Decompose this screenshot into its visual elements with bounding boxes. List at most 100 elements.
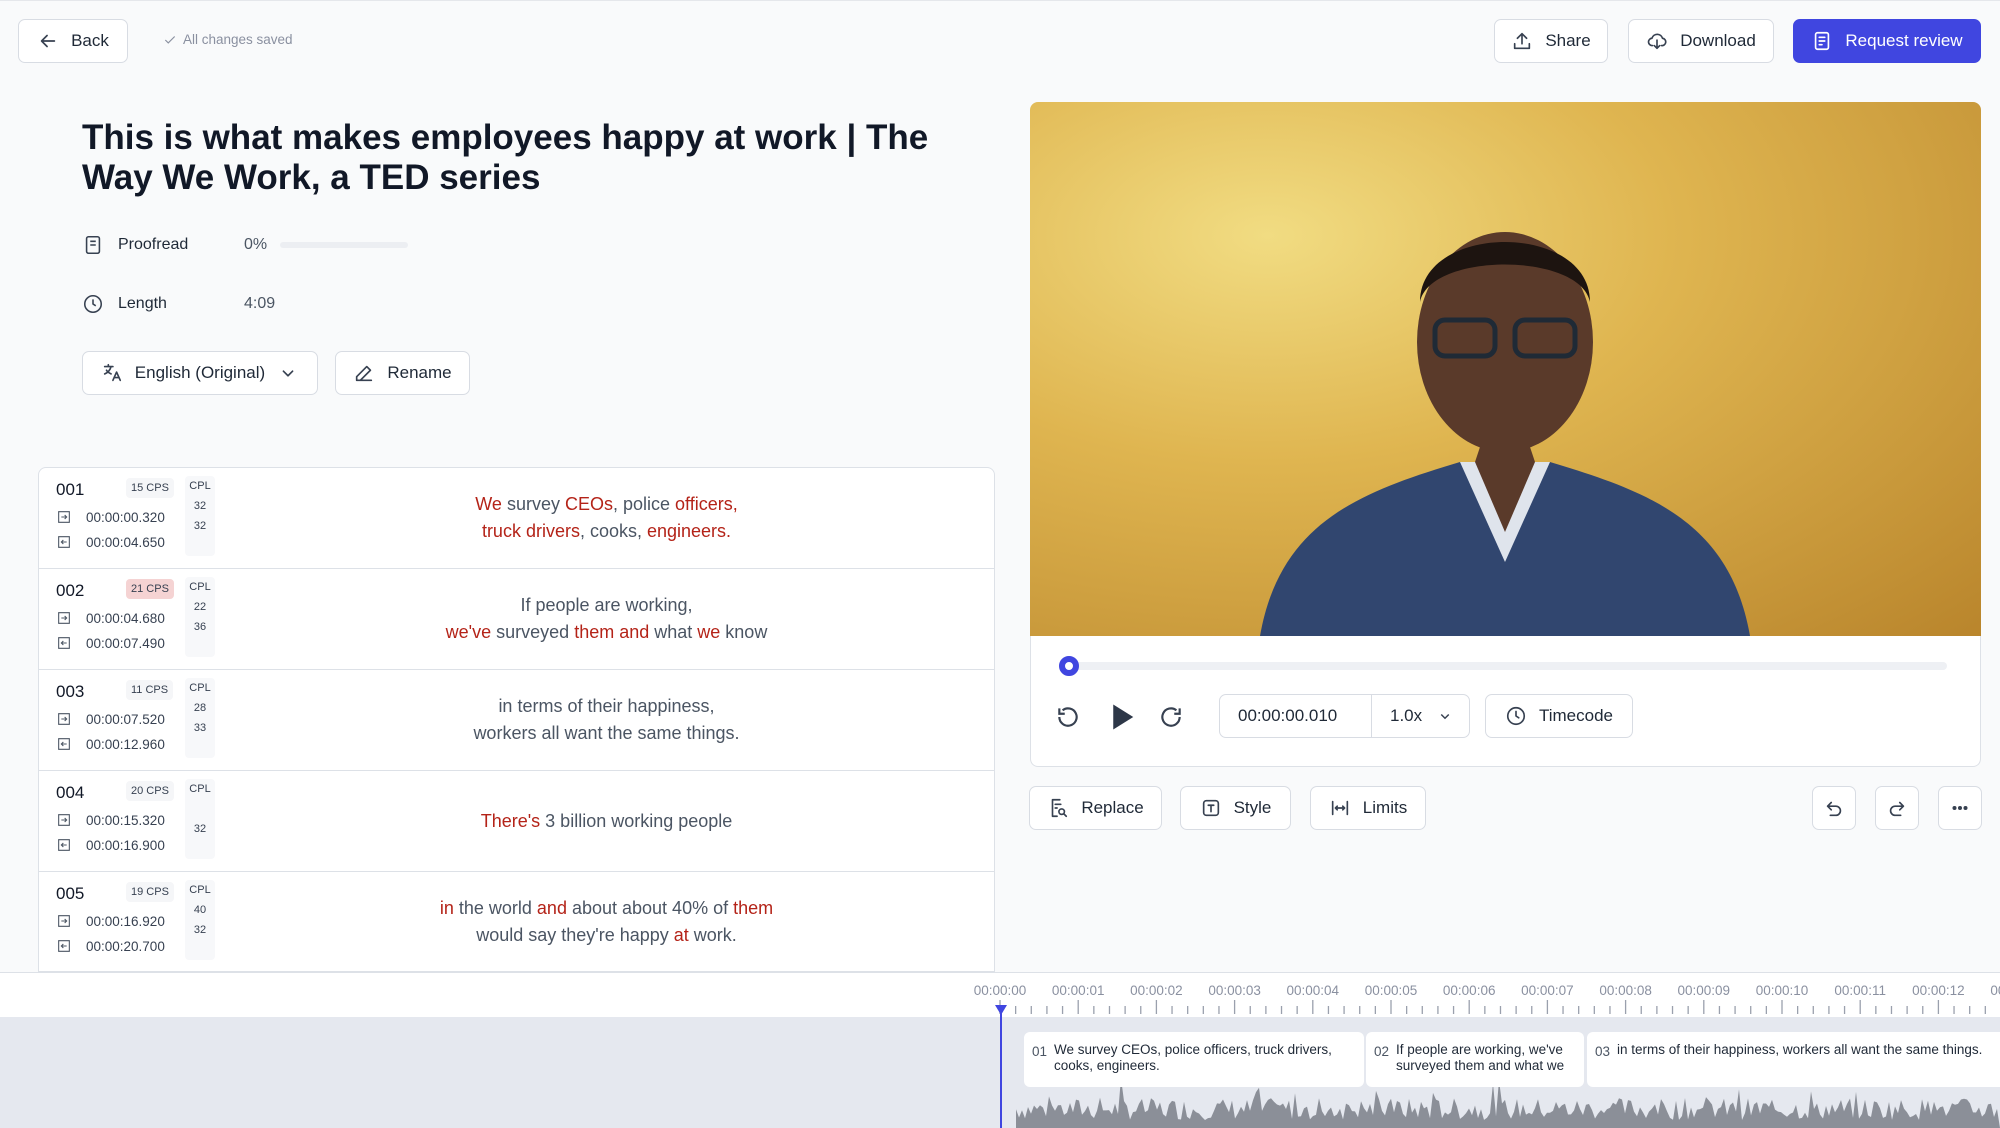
- start-time[interactable]: 00:00:16.920: [56, 913, 165, 929]
- start-time[interactable]: 00:00:07.520: [56, 711, 165, 727]
- cpl-value: 28: [193, 702, 207, 714]
- end-time[interactable]: 00:00:20.700: [56, 938, 165, 954]
- caption-text: We survey CEOs, police officers, truck d…: [1054, 1042, 1332, 1073]
- cps-badge: 11 CPS: [126, 680, 174, 700]
- document-check-icon: [1815, 31, 1830, 51]
- subtitle-line: would say they're happy at work.: [476, 922, 737, 949]
- cpl-column: CPL 40 32: [185, 880, 215, 960]
- cpl-column: CPL 22 36: [185, 577, 215, 657]
- subtitle-row[interactable]: 003 11 CPS CPL 28 33 00:00:07.520 00:00:12…: [39, 670, 994, 771]
- speaker-video-frame: [1260, 232, 1750, 636]
- highlighted-word: them: [733, 898, 774, 918]
- end-time[interactable]: 00:00:12.960: [56, 736, 165, 752]
- subtitle-row[interactable]: 002 21 CPS CPL 22 36 00:00:04.680 00:00:07…: [39, 569, 994, 670]
- exit-icon: [58, 637, 70, 649]
- replace-button[interactable]: Replace: [1029, 786, 1162, 830]
- arrow-left-icon: [40, 34, 56, 48]
- more-horizontal-icon: [1952, 805, 1968, 811]
- timecode-button[interactable]: Timecode: [1485, 694, 1633, 738]
- style-button[interactable]: Style: [1180, 786, 1291, 830]
- subtitle-row[interactable]: 001 15 CPS CPL 32 32 00:00:00.320 00:00:04…: [39, 468, 994, 569]
- rename-button[interactable]: Rename: [335, 351, 470, 395]
- ruler-label: 00:00:05: [1364, 983, 1418, 998]
- highlighted-word: them and: [574, 622, 650, 642]
- redo-button[interactable]: [1875, 786, 1919, 830]
- more-options-button[interactable]: [1938, 786, 1982, 830]
- end-time[interactable]: 00:00:07.490: [56, 635, 165, 651]
- ruler-label: 00:00:01: [1051, 983, 1105, 998]
- text-segment: 3 billion working people: [540, 810, 733, 831]
- request-review-button[interactable]: Request review: [1793, 19, 1981, 63]
- language-dropdown[interactable]: English (Original): [82, 351, 318, 395]
- exit-icon: [58, 536, 70, 548]
- subtitle-row[interactable]: 004 20 CPS CPL 32 00:00:15.320 00:00:16.9…: [39, 771, 994, 872]
- cpl-label: CPL: [189, 783, 211, 795]
- highlighted-word: There's: [480, 810, 541, 831]
- cps-badge: 20 CPS: [126, 781, 174, 801]
- ruler-label: 00:00:11: [1834, 983, 1886, 998]
- exit-icon: [58, 839, 70, 851]
- cpl-column: CPL 28 33: [185, 678, 215, 758]
- video-preview[interactable]: [1030, 102, 1981, 636]
- subtitle-line: we've surveyed them and what we know: [446, 619, 768, 646]
- timeline-caption-block[interactable]: 02 If people are working, we've surveyed …: [1366, 1032, 1584, 1087]
- subtitle-number: 002: [56, 581, 85, 600]
- subtitle-text[interactable]: If people are working, we've surveyed the…: [239, 569, 974, 669]
- start-time[interactable]: 00:00:04.680: [56, 610, 165, 626]
- subtitle-text[interactable]: We survey CEOs, police officers, truck dr…: [239, 468, 974, 568]
- clock-icon: [1506, 706, 1526, 726]
- timeline[interactable]: 01 We survey CEOs, police officers, truck…: [0, 972, 2000, 1128]
- subtitle-text[interactable]: in terms of their happiness, workers all …: [239, 670, 974, 770]
- back-button[interactable]: Back: [18, 19, 128, 63]
- highlighted-word: we've: [445, 622, 492, 642]
- start-time[interactable]: 00:00:00.320: [56, 509, 165, 525]
- enter-icon: [58, 915, 70, 927]
- cpl-value: 33: [193, 722, 207, 734]
- seek-handle[interactable]: [1059, 656, 1079, 676]
- rewind-icon[interactable]: [1055, 704, 1081, 730]
- undo-button[interactable]: [1812, 786, 1856, 830]
- highlighted-word: and: [536, 898, 567, 918]
- upload-icon: [1514, 32, 1531, 50]
- subtitle-line: workers all want the same things.: [473, 720, 739, 747]
- text-segment: about about 40% of: [566, 898, 734, 918]
- current-timecode[interactable]: 00:00:00.010: [1220, 695, 1372, 737]
- save-status: All changes saved: [163, 32, 293, 47]
- share-button[interactable]: Share: [1494, 19, 1608, 63]
- text-segment: would say they're happy: [476, 925, 674, 945]
- subtitle-row[interactable]: 005 19 CPS CPL 40 32 00:00:16.920 00:00:20…: [39, 872, 994, 971]
- forward-icon[interactable]: [1158, 704, 1184, 730]
- playhead[interactable]: [1000, 1007, 1002, 1128]
- end-time[interactable]: 00:00:16.900: [56, 837, 165, 853]
- caption-text: If people are working, we've surveyed th…: [1396, 1042, 1565, 1073]
- seek-bar[interactable]: [1067, 662, 1947, 670]
- ruler-label: 00:00:06: [1442, 983, 1496, 998]
- ruler-label: 00:00:03: [1208, 983, 1261, 998]
- speed-dropdown[interactable]: 1.0x: [1372, 706, 1454, 726]
- play-icon[interactable]: [1107, 702, 1137, 732]
- subtitle-number: 005: [56, 884, 85, 903]
- text-segment: work.: [688, 925, 737, 945]
- cpl-label: CPL: [189, 682, 211, 694]
- width-limits-icon: [1331, 800, 1348, 816]
- subtitle-number: 001: [56, 480, 85, 499]
- text-segment: , police: [612, 494, 676, 514]
- start-time[interactable]: 00:00:15.320: [56, 812, 165, 828]
- length-row: Length 4:09: [82, 293, 412, 315]
- timecode-speed-group: 00:00:00.010 1.0x: [1219, 694, 1470, 738]
- exit-icon: [58, 738, 70, 750]
- cpl-value: 32: [193, 924, 207, 936]
- translate-icon: [103, 363, 121, 382]
- end-time[interactable]: 00:00:04.650: [56, 534, 165, 550]
- download-button[interactable]: Download: [1628, 19, 1774, 63]
- subtitle-text[interactable]: There's 3 billion working people: [239, 771, 974, 871]
- text-segment: , cooks,: [579, 521, 647, 541]
- limits-button[interactable]: Limits: [1310, 786, 1426, 830]
- ruler-label: 00:00:00: [973, 983, 1027, 998]
- timeline-caption-block[interactable]: 01 We survey CEOs, police officers, truck…: [1024, 1032, 1364, 1087]
- enter-icon: [58, 612, 70, 624]
- text-segment: in terms of their happiness,: [498, 696, 715, 716]
- timeline-caption-block[interactable]: 03 in terms of their happiness, workers a…: [1587, 1032, 2000, 1087]
- subtitle-line: truck drivers, cooks, engineers.: [482, 518, 731, 545]
- subtitle-text[interactable]: in the world and about about 40% of them…: [239, 872, 974, 971]
